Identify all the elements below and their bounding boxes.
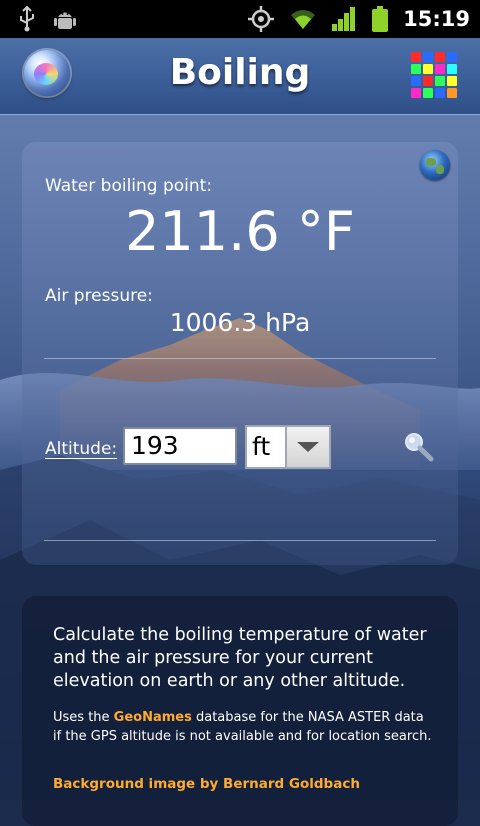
color-grid-cell <box>423 76 433 86</box>
android-debug-icon <box>54 12 76 29</box>
info-panel: Calculate the boiling temperature of wat… <box>22 596 458 826</box>
unit-dropdown[interactable]: ft <box>245 425 331 469</box>
results-panel: Water boiling point: 211.6 °F Air pressu… <box>22 142 458 565</box>
altitude-label: Altitude: <box>45 439 118 459</box>
data-source-text: Uses the GeoNames database for the NASA … <box>53 708 435 746</box>
color-grid-cell <box>411 64 421 74</box>
color-grid-cell <box>447 88 457 98</box>
color-grid-cell <box>447 76 457 86</box>
unit-value[interactable]: ft <box>245 425 285 469</box>
clock: 15:19 <box>403 7 470 31</box>
color-grid-cell <box>435 76 445 86</box>
search-icon[interactable] <box>402 430 434 462</box>
app-title: Boiling <box>169 52 311 93</box>
color-grid-cell <box>411 76 421 86</box>
air-pressure-label: Air pressure: <box>45 286 153 306</box>
color-grid-cell <box>447 52 457 62</box>
color-grid-cell <box>447 64 457 74</box>
wifi-icon <box>291 10 316 29</box>
color-grid-cell <box>435 52 445 62</box>
altitude-input[interactable]: 193 <box>123 427 237 465</box>
status-bar: 15:19 <box>0 0 480 38</box>
data-source-prefix: Uses the <box>53 710 114 725</box>
air-pressure-value: 1006.3 hPa <box>169 308 311 337</box>
description-text: Calculate the boiling temperature of wat… <box>53 625 427 691</box>
boiling-point-label: Water boiling point: <box>45 176 213 196</box>
color-grid-cell <box>435 64 445 74</box>
divider <box>44 358 436 359</box>
globe-icon[interactable] <box>420 150 450 180</box>
color-grid-icon[interactable] <box>411 52 457 98</box>
color-grid-cell <box>423 88 433 98</box>
color-grid-cell <box>411 52 421 62</box>
image-credit-link[interactable]: Background image by Bernard Goldbach <box>53 776 360 792</box>
dropdown-arrow-button[interactable] <box>285 425 331 469</box>
usb-icon <box>20 6 34 32</box>
chevron-down-icon <box>297 442 319 452</box>
battery-icon <box>372 6 389 32</box>
title-bar: Boiling <box>0 38 480 115</box>
color-grid-cell <box>423 52 433 62</box>
gps-icon <box>248 6 275 32</box>
divider <box>44 540 436 541</box>
color-grid-cell <box>435 88 445 98</box>
boiling-point-value: 211.6 °F <box>125 200 355 263</box>
color-grid-cell <box>423 64 433 74</box>
color-grid-cell <box>411 88 421 98</box>
signal-icon <box>332 7 356 31</box>
geonames-link[interactable]: GeoNames <box>114 710 192 725</box>
